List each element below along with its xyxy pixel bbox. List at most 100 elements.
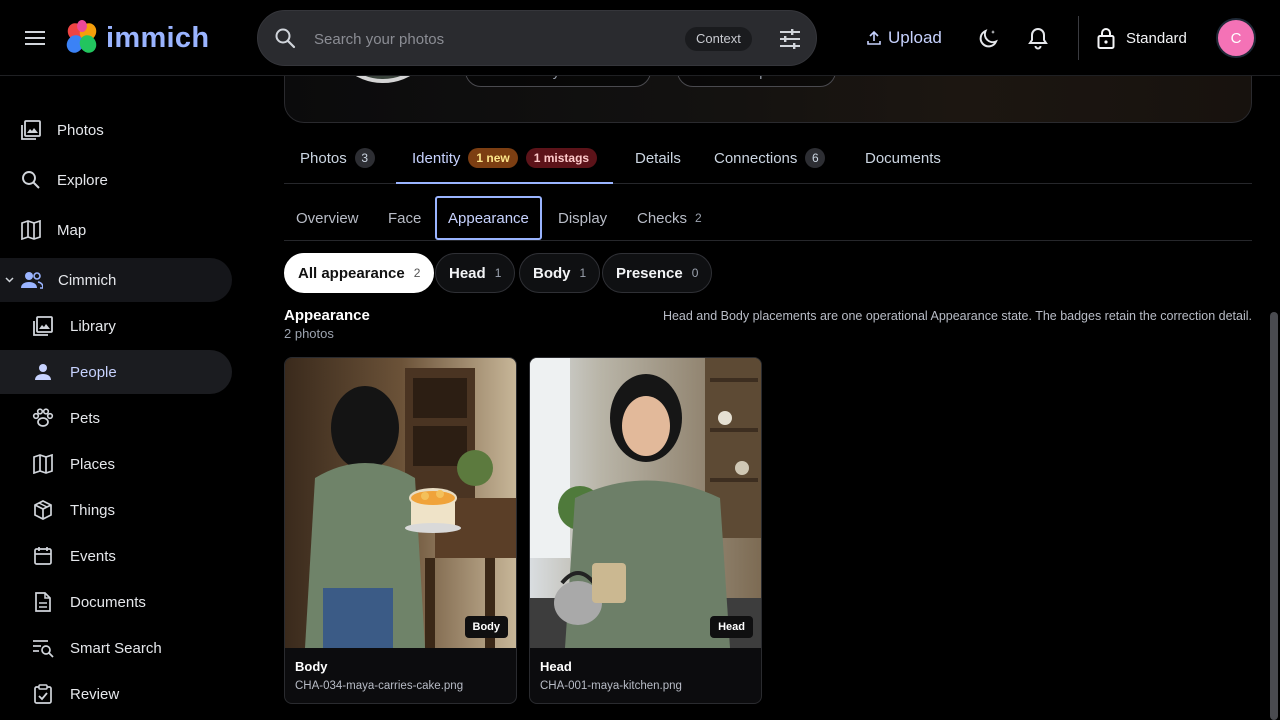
tab-count: 3 bbox=[354, 148, 375, 168]
upload-icon bbox=[866, 30, 882, 46]
mistags-badge: 1 mistags bbox=[525, 148, 598, 168]
filter-body[interactable]: Body 1 bbox=[519, 253, 601, 293]
sidebar-item-label: Review bbox=[70, 685, 120, 703]
photo-card[interactable]: Head Head CHA-001-maya-kitchen.png bbox=[529, 357, 762, 704]
sidebar-item-label: Things bbox=[70, 501, 116, 519]
chip-label: All appearance bbox=[298, 264, 405, 282]
sidebar-item-label: Explore bbox=[57, 171, 108, 189]
tab-label: Identity bbox=[412, 149, 461, 167]
map-icon bbox=[31, 452, 55, 476]
library-icon bbox=[31, 314, 55, 338]
tab-connections[interactable]: Connections 6 bbox=[714, 133, 826, 183]
search-icon bbox=[19, 168, 43, 192]
subtab-count: 2 bbox=[695, 211, 702, 225]
tab-label: Details bbox=[635, 149, 681, 167]
subtab-label: Checks bbox=[637, 209, 688, 227]
sidebar-group-cimmich[interactable]: Cimmich bbox=[0, 258, 232, 302]
bell-icon[interactable] bbox=[1022, 22, 1054, 54]
photo-thumbnail[interactable] bbox=[530, 358, 761, 648]
sidebar-item-label: Library bbox=[70, 317, 116, 335]
tab-details[interactable]: Details bbox=[635, 133, 681, 183]
chip-label: Body bbox=[533, 264, 571, 282]
smart-search-icon bbox=[31, 636, 55, 660]
filter-presence[interactable]: Presence 0 bbox=[602, 253, 713, 293]
search-bar[interactable]: Context bbox=[257, 10, 817, 66]
paw-icon bbox=[31, 406, 55, 430]
sidebar-item-explore[interactable]: Explore bbox=[0, 158, 232, 202]
header-divider bbox=[1078, 16, 1079, 60]
photos-icon bbox=[19, 118, 43, 142]
chip-label: Presence bbox=[616, 264, 683, 282]
map-icon bbox=[19, 218, 43, 242]
theme-toggle-icon[interactable] bbox=[973, 22, 1005, 54]
sidebar-item-library[interactable]: Library bbox=[0, 304, 232, 348]
tab-label: Connections bbox=[714, 149, 798, 167]
tab-identity[interactable]: Identity 1 new 1 mistags bbox=[396, 133, 614, 184]
tab-photos[interactable]: Photos 3 bbox=[300, 133, 375, 183]
photo-thumbnail[interactable] bbox=[285, 358, 516, 648]
sidebar-item-documents[interactable]: Documents bbox=[0, 580, 232, 624]
upload-button[interactable]: Upload bbox=[866, 22, 942, 54]
sidebar-item-events[interactable]: Events bbox=[0, 534, 232, 578]
immich-flower-icon bbox=[66, 20, 97, 53]
sidebar-item-smart-search[interactable]: Smart Search bbox=[0, 626, 232, 670]
tab-count: 6 bbox=[805, 148, 826, 168]
search-filter-icon[interactable] bbox=[776, 25, 804, 53]
logo-text: immich bbox=[106, 21, 210, 54]
sidebar-item-people[interactable]: People bbox=[0, 350, 232, 394]
subtab-label: Overview bbox=[296, 209, 359, 227]
photo-title: Body bbox=[295, 659, 328, 674]
subtab-display[interactable]: Display bbox=[558, 196, 607, 240]
calendar-icon bbox=[31, 544, 55, 568]
subtab-face[interactable]: Face bbox=[388, 196, 421, 240]
upload-label: Upload bbox=[888, 28, 942, 47]
photo-title: Head bbox=[540, 659, 572, 674]
privacy-mode-button[interactable]: Standard bbox=[1096, 22, 1187, 54]
scrollbar[interactable] bbox=[1270, 312, 1278, 720]
subtab-appearance[interactable]: Appearance bbox=[435, 196, 542, 240]
subtab-label: Face bbox=[388, 209, 422, 227]
subtab-overview[interactable]: Overview bbox=[296, 196, 359, 240]
sidebar-item-label: Map bbox=[57, 221, 87, 239]
user-avatar[interactable]: C bbox=[1216, 18, 1256, 58]
chip-count: 1 bbox=[494, 266, 502, 280]
immich-logo[interactable]: immich bbox=[64, 18, 209, 58]
tab-documents[interactable]: Documents bbox=[865, 133, 941, 183]
sidebar-item-review[interactable]: Review bbox=[0, 672, 232, 716]
sidebar-item-map[interactable]: Map bbox=[0, 208, 232, 252]
chip-count: 0 bbox=[691, 266, 699, 280]
lock-icon bbox=[1096, 26, 1116, 50]
identity-subtabs: Overview Face Appearance Display Checks … bbox=[284, 193, 1252, 241]
sidebar-item-label: Smart Search bbox=[70, 639, 162, 657]
appearance-filter-chips: All appearance 2 Head 1 Body 1 Presence … bbox=[284, 253, 1252, 293]
placement-tag: Body bbox=[464, 616, 508, 638]
sidebar-item-label: Events bbox=[70, 547, 116, 565]
sidebar-item-photos[interactable]: Photos bbox=[0, 108, 232, 152]
filter-head[interactable]: Head 1 bbox=[435, 253, 516, 293]
sidebar-item-label: Pets bbox=[70, 409, 101, 427]
search-input[interactable] bbox=[314, 26, 674, 52]
sidebar-item-pets[interactable]: Pets bbox=[0, 396, 232, 440]
new-badge: 1 new bbox=[468, 148, 518, 168]
review-icon bbox=[31, 682, 55, 706]
sidebar-item-label: Places bbox=[70, 455, 116, 473]
section-note: Head and Body placements are one operati… bbox=[662, 309, 1252, 323]
top-bar: immich Context Upload bbox=[0, 0, 1280, 76]
sidebar-item-things[interactable]: Things bbox=[0, 488, 232, 532]
chip-label: Head bbox=[449, 264, 486, 282]
photo-filename: CHA-034-maya-carries-cake.png bbox=[295, 680, 464, 692]
sidebar-item-label: Photos bbox=[57, 121, 104, 139]
menu-icon[interactable] bbox=[22, 24, 50, 52]
filter-all-appearance[interactable]: All appearance 2 bbox=[284, 253, 435, 293]
subtab-checks[interactable]: Checks 2 bbox=[637, 196, 702, 240]
document-icon bbox=[31, 590, 55, 614]
photo-card[interactable]: Body Body CHA-034-maya-carries-cake.png bbox=[284, 357, 517, 704]
people-group-icon bbox=[20, 268, 44, 292]
sidebar: Photos Explore Map Cimmich Library Peopl… bbox=[0, 76, 244, 720]
sidebar-item-label: People bbox=[70, 363, 117, 381]
person-tabs: Photos 3 Identity 1 new 1 mistags Detail… bbox=[284, 133, 1252, 184]
search-mode-chip[interactable]: Context bbox=[685, 27, 752, 51]
sidebar-item-label: Documents bbox=[70, 593, 146, 611]
section-subtitle: 2 photos bbox=[284, 326, 334, 341]
sidebar-item-places[interactable]: Places bbox=[0, 442, 232, 486]
